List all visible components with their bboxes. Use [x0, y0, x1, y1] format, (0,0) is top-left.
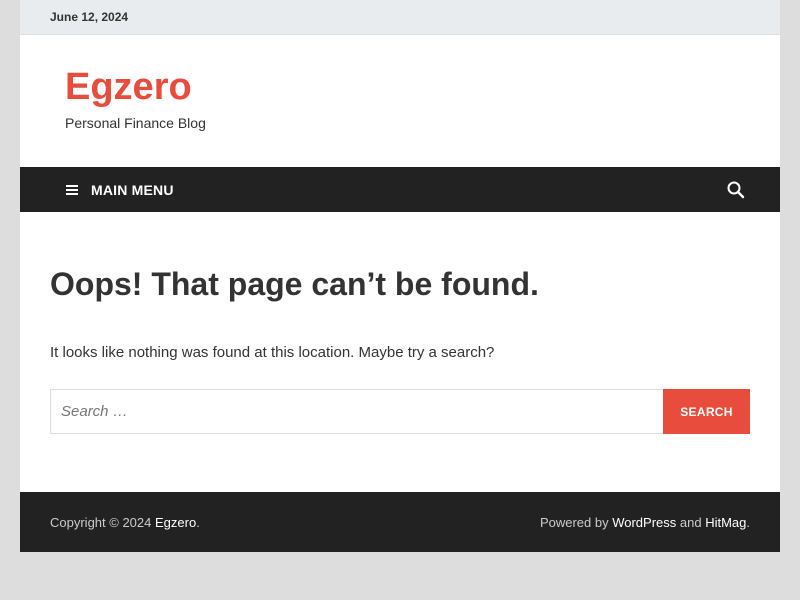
site-tagline: Personal Finance Blog: [65, 115, 206, 131]
powered-by-text: Powered by WordPress and HitMag.: [540, 515, 750, 530]
not-found-message: It looks like nothing was found at this …: [50, 344, 495, 361]
wordpress-link[interactable]: WordPress: [612, 515, 676, 530]
search-icon[interactable]: [726, 180, 746, 200]
search-form: SEARCH: [50, 389, 750, 434]
search-button[interactable]: SEARCH: [663, 389, 750, 434]
main-navigation: MAIN MENU: [20, 167, 780, 212]
main-content: Oops! That page can’t be found. It looks…: [20, 212, 780, 492]
site-header: Egzero Personal Finance Blog: [20, 35, 780, 167]
main-menu-label: MAIN MENU: [91, 181, 174, 198]
hitmag-link[interactable]: HitMag: [705, 515, 746, 530]
hamburger-icon: [66, 184, 78, 195]
site-title-link[interactable]: Egzero: [65, 66, 192, 108]
footer-site-link[interactable]: Egzero: [155, 515, 196, 530]
copyright-suffix: .: [196, 514, 200, 530]
search-input[interactable]: [50, 389, 663, 434]
main-menu-toggle[interactable]: MAIN MENU: [66, 182, 174, 198]
top-bar: June 12, 2024: [20, 0, 780, 35]
powered-mid: and: [676, 514, 706, 530]
current-date: June 12, 2024: [50, 10, 129, 24]
page-title: Oops! That page can’t be found.: [50, 266, 539, 302]
powered-suffix: .: [746, 514, 750, 530]
copyright-prefix: Copyright © 2024: [50, 514, 155, 530]
page-container: June 12, 2024 Egzero Personal Finance Bl…: [20, 0, 780, 552]
site-footer: Copyright © 2024 Egzero. Powered by Word…: [20, 492, 780, 552]
copyright-text: Copyright © 2024 Egzero.: [50, 515, 200, 530]
powered-prefix: Powered by: [539, 514, 613, 530]
